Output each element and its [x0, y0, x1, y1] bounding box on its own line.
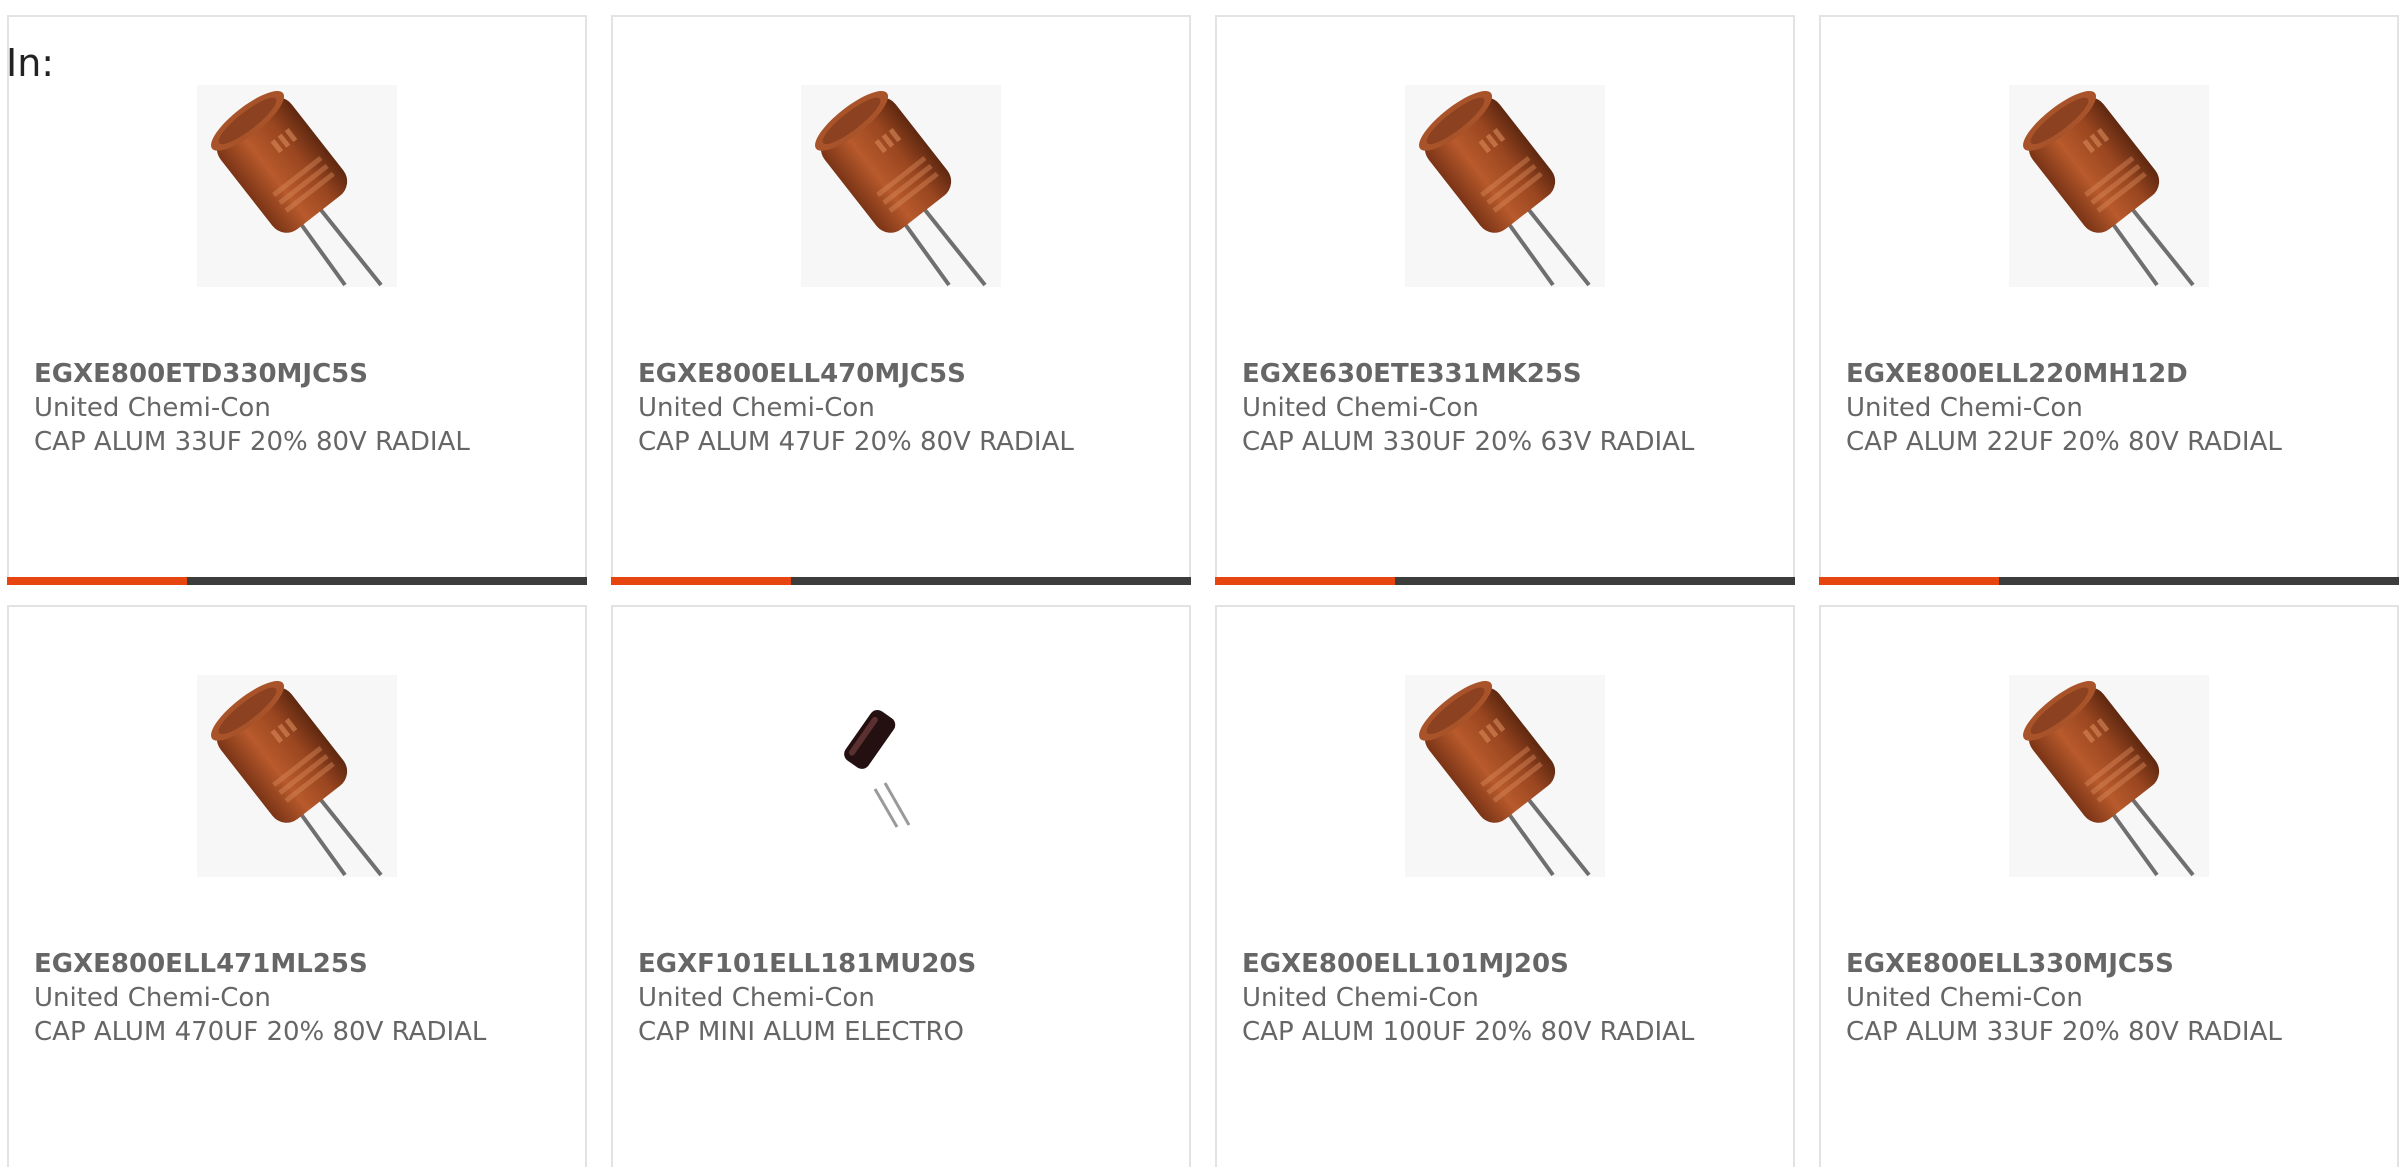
description: CAP ALUM 47UF 20% 80V RADIAL [638, 427, 1074, 457]
product-info: EGXE800ELL101MJ20S United Chemi-Con CAP AL… [1242, 947, 1773, 1049]
progress-bar [1819, 577, 2399, 585]
progress-fill [1215, 577, 1395, 585]
product-info: EGXE800ETD330MJC5S United Chemi-Con CAP AL… [34, 357, 565, 459]
description: CAP ALUM 100UF 20% 80V RADIAL [1242, 1017, 1695, 1047]
product-info: EGXE630ETE331MK25S United Chemi-Con CAP AL… [1242, 357, 1773, 459]
product-info: EGXE800ELL470MJC5S United Chemi-Con CAP AL… [638, 357, 1169, 459]
product-image[interactable] [1405, 675, 1605, 877]
part-number[interactable]: EGXE630ETE331MK25S [1242, 357, 1773, 391]
part-number[interactable]: EGXE800ETD330MJC5S [34, 357, 565, 391]
product-image[interactable] [1405, 85, 1605, 287]
description: CAP ALUM 33UF 20% 80V RADIAL [1846, 1017, 2282, 1047]
product-image[interactable] [2009, 675, 2209, 877]
product-image[interactable] [801, 85, 1001, 287]
manufacturer: United Chemi-Con [34, 393, 271, 423]
manufacturer: United Chemi-Con [638, 983, 875, 1013]
product-info: EGXF101ELL181MU20S United Chemi-Con CAP MI… [638, 947, 1169, 1049]
capacitor-icon [2023, 681, 2195, 877]
product-info: EGXE800ELL220MH12D United Chemi-Con CAP AL… [1846, 357, 2377, 459]
part-number[interactable]: EGXE800ELL470MJC5S [638, 357, 1169, 391]
manufacturer: United Chemi-Con [638, 393, 875, 423]
capacitor-icon [1419, 681, 1591, 877]
capacitor-icon [844, 709, 911, 828]
capacitor-icon [211, 681, 383, 877]
part-number[interactable]: EGXF101ELL181MU20S [638, 947, 1169, 981]
product-card[interactable]: EGXF101ELL181MU20S United Chemi-Con CAP MI… [611, 605, 1191, 1167]
manufacturer: United Chemi-Con [1242, 393, 1479, 423]
product-card[interactable]: EGXE630ETE331MK25S United Chemi-Con CAP AL… [1215, 15, 1795, 585]
description: CAP MINI ALUM ELECTRO [638, 1017, 964, 1047]
capacitor-icon [815, 91, 987, 287]
part-number[interactable]: EGXE800ELL101MJ20S [1242, 947, 1773, 981]
product-info: EGXE800ELL471ML25S United Chemi-Con CAP AL… [34, 947, 565, 1049]
product-image[interactable] [197, 675, 397, 877]
description: CAP ALUM 330UF 20% 63V RADIAL [1242, 427, 1695, 457]
product-info: EGXE800ELL330MJC5S United Chemi-Con CAP AL… [1846, 947, 2377, 1049]
capacitor-icon [211, 91, 383, 287]
progress-fill [7, 577, 187, 585]
manufacturer: United Chemi-Con [1846, 393, 2083, 423]
part-number[interactable]: EGXE800ELL220MH12D [1846, 357, 2377, 391]
manufacturer: United Chemi-Con [1846, 983, 2083, 1013]
progress-bar [611, 577, 1191, 585]
product-image[interactable] [2009, 85, 2209, 287]
manufacturer: United Chemi-Con [1242, 983, 1479, 1013]
product-image[interactable] [801, 675, 1001, 877]
description: CAP ALUM 470UF 20% 80V RADIAL [34, 1017, 487, 1047]
part-number[interactable]: EGXE800ELL471ML25S [34, 947, 565, 981]
page: In: EGXE800ETD330MJC5S United Chemi-Con CA… [0, 0, 2400, 1167]
product-card[interactable]: EGXE800ELL101MJ20S United Chemi-Con CAP AL… [1215, 605, 1795, 1167]
product-grid: EGXE800ETD330MJC5S United Chemi-Con CAP AL… [7, 15, 2399, 1167]
progress-bar [1215, 577, 1795, 585]
product-card[interactable]: EGXE800ELL220MH12D United Chemi-Con CAP AL… [1819, 15, 2399, 585]
progress-fill [1819, 577, 1999, 585]
capacitor-icon [2023, 91, 2195, 287]
part-number[interactable]: EGXE800ELL330MJC5S [1846, 947, 2377, 981]
progress-fill [611, 577, 791, 585]
description: CAP ALUM 33UF 20% 80V RADIAL [34, 427, 470, 457]
product-card[interactable]: EGXE800ELL470MJC5S United Chemi-Con CAP AL… [611, 15, 1191, 585]
product-card[interactable]: EGXE800ELL330MJC5S United Chemi-Con CAP AL… [1819, 605, 2399, 1167]
description: CAP ALUM 22UF 20% 80V RADIAL [1846, 427, 2282, 457]
capacitor-icon [1419, 91, 1591, 287]
product-card[interactable]: EGXE800ELL471ML25S United Chemi-Con CAP AL… [7, 605, 587, 1167]
progress-bar [7, 577, 587, 585]
product-card[interactable]: EGXE800ETD330MJC5S United Chemi-Con CAP AL… [7, 15, 587, 585]
in-label: In: [6, 41, 55, 85]
manufacturer: United Chemi-Con [34, 983, 271, 1013]
product-image[interactable] [197, 85, 397, 287]
